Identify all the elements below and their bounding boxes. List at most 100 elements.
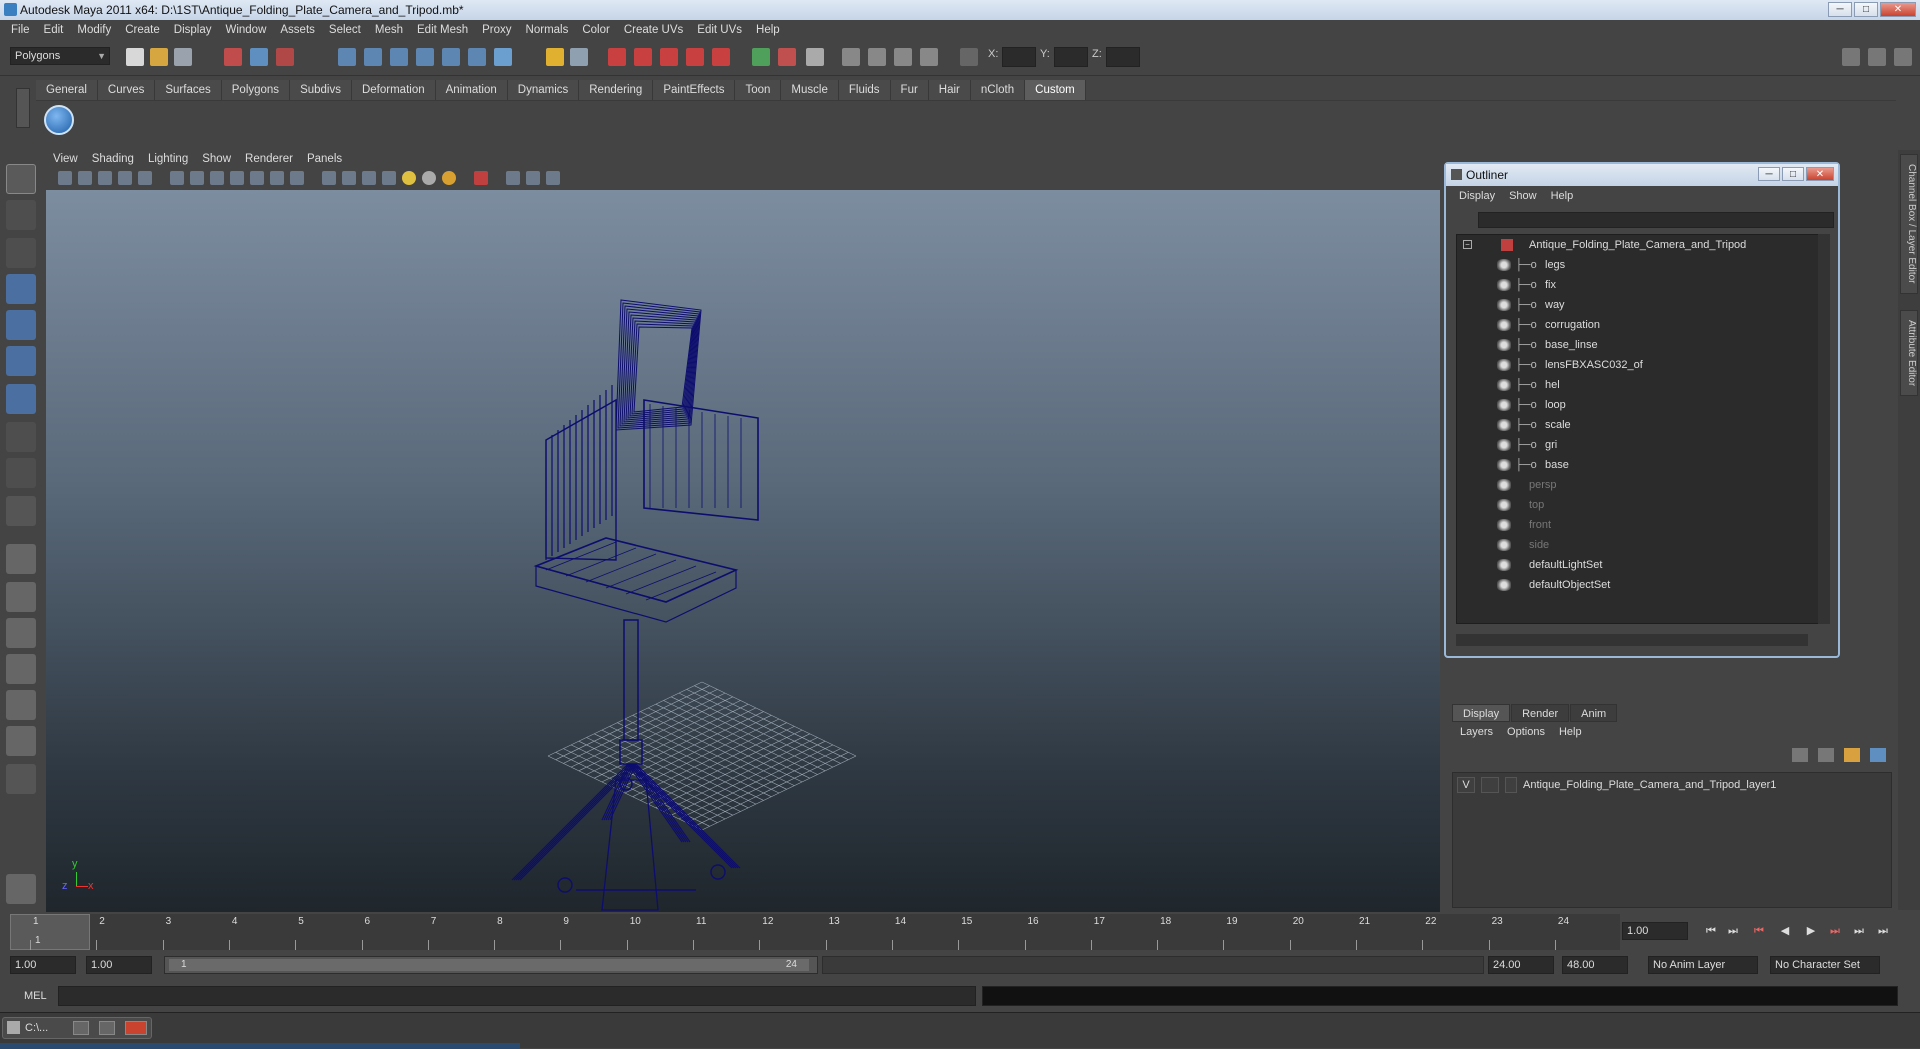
four-view-layout-icon[interactable] — [6, 582, 36, 612]
restore-icon[interactable] — [73, 1021, 89, 1035]
anim-layer-selector[interactable]: No Anim Layer — [1648, 956, 1758, 974]
snap-plane-icon[interactable] — [416, 48, 434, 66]
step-forward-key-icon[interactable]: ⏭ — [1828, 924, 1842, 938]
layer-add-icon[interactable] — [1870, 748, 1886, 762]
step-back-key-icon[interactable]: ⏮ — [1752, 924, 1766, 938]
time-slider[interactable]: 1 1 2 3 4 5 6 7 8 9 10 11 12 13 14 15 16 17 18 19 20 21 22 23 2… — [10, 914, 1620, 950]
tab-fur[interactable]: Fur — [890, 80, 929, 100]
tree-item-child[interactable]: ├─o base_linse — [1457, 335, 1817, 355]
tab-attribute-editor[interactable]: Attribute Editor — [1900, 310, 1918, 396]
tree-item-camera[interactable]: front — [1457, 515, 1817, 535]
play-backward-icon[interactable]: ◀ — [1778, 924, 1792, 938]
single-perspective-layout-icon[interactable] — [6, 544, 36, 574]
tab-painteffects[interactable]: PaintEffects — [653, 80, 736, 100]
layer-tab-render[interactable]: Render — [1511, 704, 1570, 722]
y-field[interactable] — [1054, 47, 1088, 67]
outliner-menu-display[interactable]: Display — [1452, 190, 1502, 202]
grid-icon[interactable] — [170, 171, 184, 185]
tree-item-child[interactable]: ├─o scale — [1457, 415, 1817, 435]
vp-menu-show[interactable]: Show — [195, 153, 238, 165]
wireframe-icon[interactable] — [322, 171, 336, 185]
menu-mesh[interactable]: Mesh — [368, 24, 410, 36]
menu-window[interactable]: Window — [218, 24, 273, 36]
vp-menu-view[interactable]: View — [46, 153, 85, 165]
outliner-minimize-button[interactable]: ─ — [1758, 167, 1780, 181]
input-mode-icon[interactable] — [778, 48, 796, 66]
tab-general[interactable]: General — [36, 80, 98, 100]
perspective-viewport[interactable]: y z x — [46, 190, 1440, 912]
shelf-menu-button[interactable] — [16, 88, 30, 128]
animation-end-field[interactable]: 48.00 — [1562, 956, 1628, 974]
vp-menu-lighting[interactable]: Lighting — [141, 153, 195, 165]
go-to-end-icon[interactable]: ⏭ — [1876, 924, 1890, 938]
persp-outliner-layout-icon[interactable] — [6, 618, 36, 648]
textured-icon[interactable] — [382, 171, 396, 185]
lighting-icon[interactable] — [402, 171, 416, 185]
tree-item-child[interactable]: ├─o corrugation — [1457, 315, 1817, 335]
current-frame-marker[interactable]: 1 — [10, 914, 90, 950]
tab-dynamics[interactable]: Dynamics — [507, 80, 580, 100]
last-tool-icon[interactable] — [6, 496, 36, 526]
outliner-close-button[interactable]: ✕ — [1806, 167, 1834, 181]
current-time-field[interactable]: 1.00 — [1622, 922, 1688, 940]
tree-item-set[interactable]: defaultObjectSet — [1457, 575, 1817, 595]
snap-view-icon[interactable] — [468, 48, 486, 66]
snap-curve-icon[interactable] — [364, 48, 382, 66]
tab-deformation[interactable]: Deformation — [351, 80, 436, 100]
select-object-icon[interactable] — [250, 48, 268, 66]
menu-normals[interactable]: Normals — [519, 24, 576, 36]
image-plane-icon[interactable] — [118, 171, 132, 185]
tab-fluids[interactable]: Fluids — [838, 80, 891, 100]
z-field[interactable] — [1106, 47, 1140, 67]
tab-custom[interactable]: Custom — [1025, 80, 1086, 100]
toggle-attribute-editor-icon[interactable] — [1842, 48, 1860, 66]
2d-pan-icon[interactable] — [138, 171, 152, 185]
tab-subdivs[interactable]: Subdivs — [290, 80, 352, 100]
range-bar[interactable]: 1 24 — [164, 956, 818, 974]
universal-manipulator-icon[interactable] — [6, 384, 36, 414]
xray-icon[interactable] — [506, 171, 520, 185]
outliner-filter-field[interactable] — [1478, 212, 1834, 228]
input-line-icon[interactable] — [752, 48, 770, 66]
shadows-icon[interactable] — [422, 171, 436, 185]
high-quality-icon[interactable] — [442, 171, 456, 185]
layer-row[interactable]: V Antique_Folding_Plate_Camera_and_Tripo… — [1457, 775, 1776, 795]
tab-polygons[interactable]: Polygons — [221, 80, 291, 100]
menu-proxy[interactable]: Proxy — [475, 24, 518, 36]
wireframe-on-shaded-icon[interactable] — [362, 171, 376, 185]
layer-playback-toggle[interactable] — [1481, 777, 1499, 793]
snap-grid-icon[interactable] — [338, 48, 356, 66]
animation-start-field[interactable]: 1.00 — [10, 956, 76, 974]
checkmark-shelf-icon[interactable] — [44, 105, 74, 135]
tree-item-child[interactable]: ├─o base — [1457, 455, 1817, 475]
menu-help[interactable]: Help — [749, 24, 787, 36]
render-settings-icon[interactable] — [686, 48, 704, 66]
outliner-menu-help[interactable]: Help — [1544, 190, 1581, 202]
transform-field-icon[interactable] — [960, 48, 978, 66]
tree-item-root[interactable]: − Antique_Folding_Plate_Camera_and_Tripo… — [1457, 235, 1817, 255]
go-to-start-icon[interactable]: ⏮ — [1704, 924, 1718, 938]
layer-color-swatch[interactable] — [1505, 777, 1517, 793]
select-highlight-icon[interactable] — [570, 48, 588, 66]
vp-menu-renderer[interactable]: Renderer — [238, 153, 300, 165]
close-icon[interactable] — [125, 1021, 147, 1035]
select-component-icon[interactable] — [276, 48, 294, 66]
xray-components-icon[interactable] — [546, 171, 560, 185]
layer-menu-layers[interactable]: Layers — [1460, 726, 1507, 738]
close-button[interactable]: ✕ — [1880, 2, 1916, 17]
rotate-tool-icon[interactable] — [6, 310, 36, 340]
menu-select[interactable]: Select — [322, 24, 368, 36]
tree-item-child[interactable]: ├─o legs — [1457, 255, 1817, 275]
tab-toon[interactable]: Toon — [735, 80, 782, 100]
menu-file[interactable]: File — [4, 24, 37, 36]
range-bar-fill[interactable]: 1 24 — [169, 959, 809, 971]
tree-item-child[interactable]: ├─o gri — [1457, 435, 1817, 455]
tree-item-camera[interactable]: persp — [1457, 475, 1817, 495]
xray-joints-icon[interactable] — [526, 171, 540, 185]
minimize-button[interactable]: ─ — [1828, 2, 1852, 17]
layer-star-icon[interactable] — [1844, 748, 1860, 762]
tab-hair[interactable]: Hair — [928, 80, 971, 100]
tree-item-child[interactable]: ├─o hel — [1457, 375, 1817, 395]
minimized-window[interactable]: C:\... — [2, 1017, 152, 1039]
menu-edit-mesh[interactable]: Edit Mesh — [410, 24, 475, 36]
